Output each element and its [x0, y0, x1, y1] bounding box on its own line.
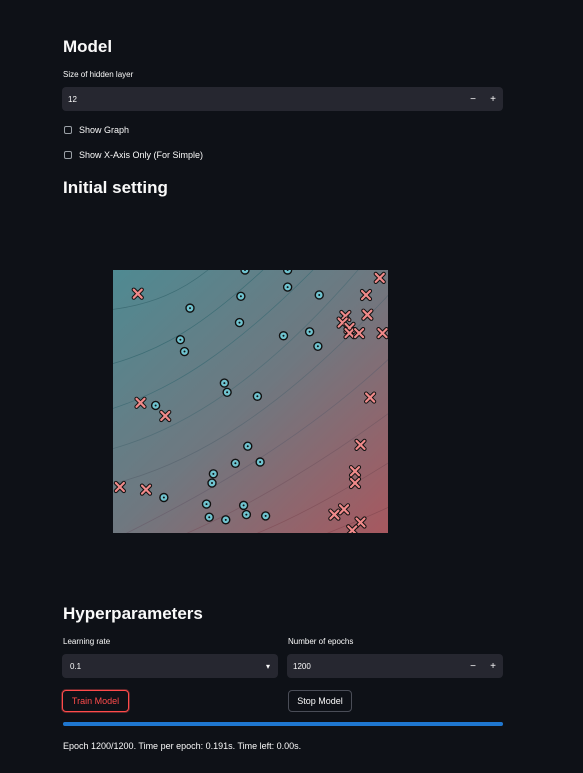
- scatter-point-o: [314, 290, 324, 300]
- scatter-point-o: [175, 334, 186, 345]
- scatter-point-x: [373, 271, 386, 284]
- scatter-point-x: [376, 327, 388, 340]
- epochs-input[interactable]: 1200 − +: [287, 654, 503, 678]
- scatter-point-o: [230, 458, 241, 469]
- progress-status-text: Epoch 1200/1200. Time per epoch: 0.191s.…: [63, 741, 302, 751]
- scatter-point-o: [252, 391, 263, 401]
- scatter-point-x: [134, 396, 147, 409]
- show-graph-label: Show Graph: [79, 125, 130, 135]
- epochs-label: Number of epochs: [288, 637, 354, 646]
- scatter-point-o: [185, 303, 195, 313]
- scatter-point-o: [159, 492, 169, 503]
- scatter-point-x: [343, 327, 356, 340]
- scatter-point-x: [364, 391, 377, 404]
- train-model-button[interactable]: Train Model: [62, 690, 129, 712]
- epochs-value[interactable]: 1200: [287, 662, 463, 671]
- scatter-point-o: [282, 282, 293, 292]
- scatter-point-o: [238, 500, 249, 511]
- scatter-point-x: [159, 409, 172, 423]
- scatter-point-x: [337, 503, 351, 516]
- scatter-point-o: [234, 317, 245, 328]
- progress-bar-fill: [63, 722, 503, 726]
- scatter-point-o: [208, 469, 219, 479]
- show-x-axis-label: Show X-Axis Only (For Simple): [79, 150, 204, 160]
- scatter-point-o: [150, 400, 161, 411]
- hidden-layer-increment-button[interactable]: +: [483, 87, 503, 111]
- scatter-point-o: [304, 327, 315, 337]
- scatter-point-o: [219, 378, 230, 388]
- scatter-point-x: [348, 465, 362, 478]
- scatter-point-o: [255, 457, 265, 467]
- scatter-point-o: [260, 511, 271, 521]
- learning-rate-select[interactable]: 0.1 ▾: [62, 654, 278, 678]
- learning-rate-label: Learning rate: [63, 637, 111, 646]
- scatter-point-x: [139, 483, 153, 496]
- show-x-axis-checkbox[interactable]: Show X-Axis Only (For Simple): [64, 150, 203, 160]
- scatter-point-x: [359, 288, 373, 302]
- epochs-increment-button[interactable]: +: [483, 654, 503, 678]
- scatter-point-x: [113, 480, 126, 494]
- stop-model-button[interactable]: Stop Model: [288, 690, 352, 712]
- progress-bar: [63, 722, 503, 726]
- scatter-point-o: [278, 331, 289, 341]
- show-x-axis-checkbox-box[interactable]: [64, 151, 72, 159]
- hyperparameters-heading: Hyperparameters: [63, 604, 203, 623]
- scatter-point-o: [243, 441, 253, 451]
- model-heading: Model: [63, 37, 113, 56]
- scatter-point-x: [328, 508, 341, 521]
- scatter-point-o: [201, 499, 212, 509]
- epochs-decrement-button[interactable]: −: [463, 654, 483, 678]
- scatter-point-o: [240, 270, 250, 275]
- show-graph-checkbox[interactable]: Show Graph: [64, 125, 129, 135]
- chevron-down-icon[interactable]: ▾: [266, 662, 270, 671]
- hidden-layer-value[interactable]: 12: [62, 95, 463, 104]
- scatter-point-x: [353, 327, 366, 340]
- scatter-point-o: [179, 346, 190, 357]
- scatter-point-x: [348, 476, 362, 490]
- scatter-point-x: [361, 308, 374, 321]
- scatter-point-o: [222, 387, 232, 397]
- scatter-point-o: [241, 509, 252, 520]
- scatter-point-o: [236, 291, 246, 301]
- hidden-layer-input[interactable]: 12 − +: [62, 87, 503, 111]
- scatter-point-x: [354, 438, 367, 451]
- scatter-point-x: [131, 287, 144, 300]
- scatter-point-o: [221, 515, 231, 525]
- show-graph-checkbox-box[interactable]: [64, 126, 72, 134]
- scatter-point-o: [204, 512, 214, 522]
- decision-boundary-plot: [113, 270, 388, 533]
- hidden-layer-label: Size of hidden layer: [63, 70, 134, 79]
- initial-setting-heading: Initial setting: [63, 178, 168, 197]
- hidden-layer-decrement-button[interactable]: −: [463, 87, 483, 111]
- scatter-point-o: [207, 478, 217, 488]
- scatter-point-o: [313, 341, 323, 351]
- learning-rate-value[interactable]: 0.1: [70, 662, 81, 671]
- scatter-point-o: [282, 270, 293, 275]
